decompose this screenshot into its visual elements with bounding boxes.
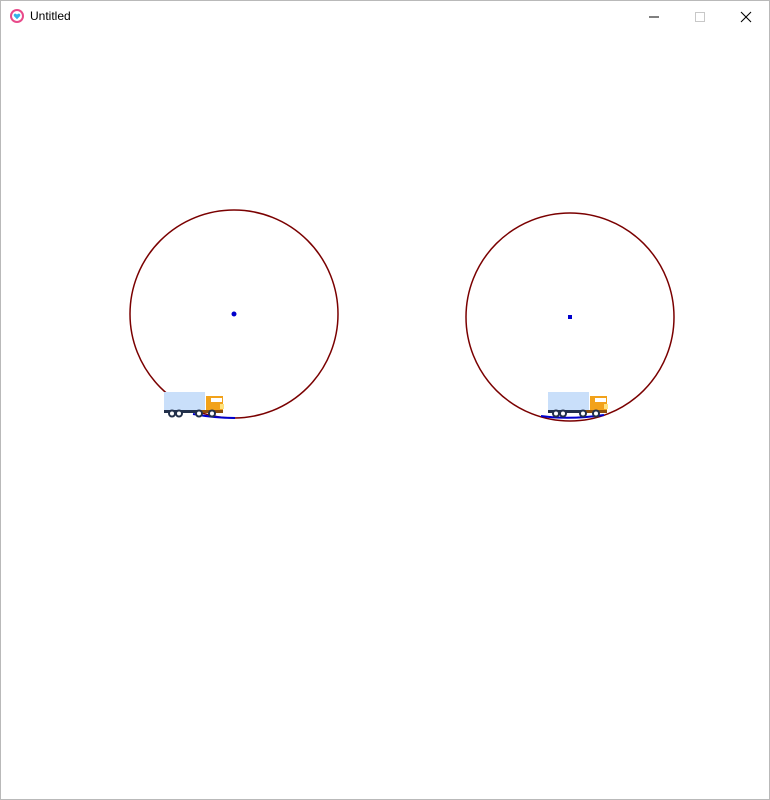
left-truck-icon bbox=[164, 392, 224, 418]
drawing-canvas bbox=[129, 209, 675, 422]
maximize-button[interactable] bbox=[677, 1, 723, 32]
close-icon bbox=[740, 11, 752, 22]
window-controls bbox=[631, 1, 769, 32]
window-title: Untitled bbox=[30, 9, 71, 23]
close-button[interactable] bbox=[723, 1, 769, 32]
minimize-button[interactable] bbox=[631, 1, 677, 32]
heart-app-icon bbox=[10, 9, 24, 23]
left-center-dot bbox=[231, 311, 237, 317]
left-wheel bbox=[129, 209, 339, 419]
right-center-dot bbox=[568, 315, 572, 319]
title-bar[interactable]: Untitled bbox=[1, 1, 769, 32]
app-window: Untitled bbox=[0, 0, 770, 800]
minimize-icon bbox=[649, 16, 659, 17]
right-wheel bbox=[465, 212, 675, 422]
maximize-icon bbox=[695, 11, 705, 22]
right-truck-icon bbox=[548, 392, 608, 418]
